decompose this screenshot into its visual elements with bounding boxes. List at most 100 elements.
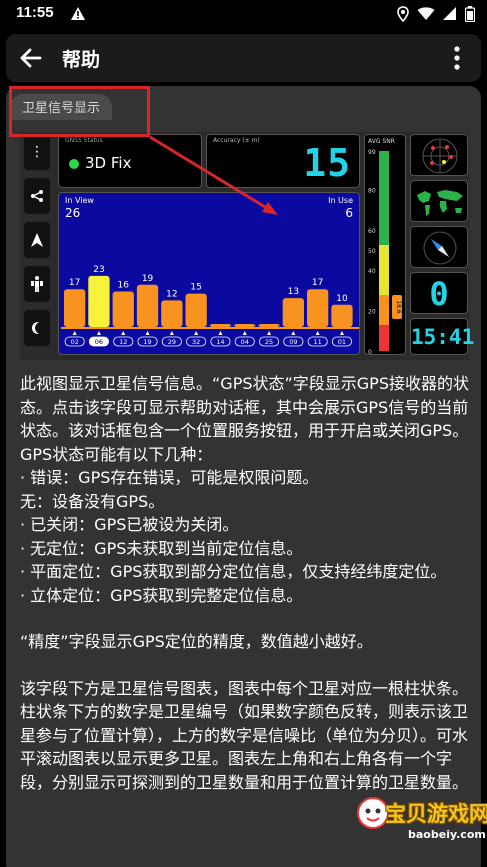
sat-marker <box>315 331 320 335</box>
sat-id-label: 12 <box>119 338 127 346</box>
bar-04 <box>234 324 256 327</box>
bar-02 <box>64 289 86 327</box>
satellite-screenshot: ⋮ GNSS Status 3D Fix Accuracy (± m) 15 I… <box>20 132 475 360</box>
app-bar: 帮助 <box>6 34 481 82</box>
bar-chart-svg: 17 02 23 06 16 12 19 19 12 29 15 32 14 04 25 13 09 17 11 10… <box>61 265 359 347</box>
gps-status-label: GNSS Status <box>65 137 103 144</box>
snr-scale-segment <box>379 245 389 295</box>
bar-09 <box>282 298 304 327</box>
bar-25 <box>258 324 280 327</box>
accuracy-value: 15 <box>303 141 351 185</box>
snr-tick-label: 99 <box>368 149 376 156</box>
avg-snr-gauge: AVG SNR 99 80 60 50 40 20 0 18.6 <box>364 134 406 356</box>
watermark-url: baobeiy.com <box>408 828 486 841</box>
status-item-3d: · 立体定位：GPS获取到完整定位信息。 <box>20 585 303 605</box>
share-icon <box>24 178 50 214</box>
status-item-error: · 错误：GPS存在错误，可能是权限问题。 <box>20 468 319 487</box>
sat-marker <box>291 331 296 335</box>
snr-gauge-svg: 99 80 60 50 40 20 0 18.6 <box>368 149 402 356</box>
sat-id-label: 32 <box>192 338 200 346</box>
bar-value-label: 17 <box>312 278 323 288</box>
help-panel: 卫星信号显示 ⋮ GNSS Status 3D Fix Accuracy (± … <box>6 86 481 867</box>
walk-icon <box>24 266 50 302</box>
signal-icon <box>443 7 456 20</box>
bar-value-label: 13 <box>288 287 299 297</box>
status-item-2d: · 平面定位：GPS获取到部分定位信息，仅支持经纬度定位。 <box>20 562 447 581</box>
bar-value-label: 17 <box>69 278 80 288</box>
sat-id-label: 14 <box>216 338 224 346</box>
watermark: 宝贝游戏网 baobeiy.com <box>350 770 487 867</box>
bar-01 <box>331 304 353 327</box>
sat-marker <box>218 331 223 335</box>
sat-marker <box>339 331 344 335</box>
compass-icon <box>410 226 468 268</box>
night-mode-icon <box>24 310 50 346</box>
sat-id-label: 04 <box>241 338 249 346</box>
more-vert-icon[interactable] <box>445 44 469 72</box>
snr-avg-value: 18.6 <box>395 300 402 314</box>
bar-32 <box>185 293 207 327</box>
sat-marker <box>145 331 150 335</box>
bar-14 <box>209 324 232 327</box>
bar-11 <box>307 289 329 327</box>
sat-id-label: 25 <box>265 338 273 346</box>
bar-06 <box>88 275 110 327</box>
accuracy-label: Accuracy (± m) <box>213 137 260 144</box>
sat-marker <box>96 331 101 335</box>
sat-marker <box>267 331 272 335</box>
page-title: 帮助 <box>62 49 101 71</box>
battery-icon <box>465 6 475 22</box>
snr-scale-segment <box>379 325 389 351</box>
status-item-off: · 已关闭：GPS已被设为关闭。 <box>20 515 239 534</box>
sat-id-label: 29 <box>168 338 176 346</box>
back-arrow-icon[interactable] <box>18 45 44 71</box>
sat-marker <box>121 331 126 335</box>
more-icon: ⋮ <box>24 134 50 170</box>
clock-field: 15:41 <box>410 318 475 355</box>
location-icon <box>397 6 409 22</box>
sat-marker <box>194 331 199 335</box>
snr-tick-label: 0 <box>368 349 372 356</box>
status-item-none: 无：设备没有GPS。 <box>20 491 165 511</box>
speed-field: 0 <box>410 272 468 314</box>
bar-value-label: 12 <box>166 289 177 299</box>
side-toolbar: ⋮ <box>24 134 50 354</box>
wifi-icon <box>417 7 435 20</box>
sat-marker <box>72 331 77 335</box>
bar-12 <box>112 291 134 327</box>
paragraph-intro: 此视图显示卫星信号信息。“GPS状态”字段显示GPS接收器的状态。点击该字段可显… <box>20 374 469 464</box>
bar-29 <box>161 300 183 327</box>
snr-tick-label: 20 <box>368 309 376 316</box>
bar-value-label: 10 <box>336 294 348 304</box>
clock-value: 15:41 <box>411 325 475 349</box>
sat-id-label: 09 <box>289 338 297 346</box>
status-bar: 11:55 <box>0 0 487 30</box>
bar-value-label: 19 <box>142 274 154 284</box>
speed-value: 0 <box>429 275 449 313</box>
sat-id-label: 19 <box>143 338 151 346</box>
sat-marker <box>169 331 174 335</box>
warning-icon <box>71 7 85 20</box>
highlight-box <box>9 86 150 137</box>
accuracy-field: Accuracy (± m) 15 <box>206 134 360 188</box>
sat-marker <box>242 331 247 335</box>
snr-tick-label: 80 <box>368 187 376 194</box>
gps-status-value: 3D Fix <box>85 154 132 172</box>
snr-scale-segment <box>379 151 389 245</box>
snr-tick-label: 40 <box>368 268 376 275</box>
watermark-title: 宝贝游戏网 <box>385 802 487 826</box>
gps-status-field: GNSS Status 3D Fix <box>58 134 202 188</box>
sat-id-label: 02 <box>71 338 79 346</box>
sat-id-label: 01 <box>338 338 346 346</box>
snr-scale-segment <box>379 295 389 325</box>
sky-radar-icon <box>410 134 468 176</box>
fix-indicator-icon <box>69 159 79 169</box>
bar-value-label: 15 <box>190 283 201 293</box>
world-map-icon <box>410 180 468 222</box>
status-item-nofix: · 无定位：GPS未获取到当前定位信息。 <box>20 538 303 558</box>
snr-tick-label: 50 <box>368 248 376 255</box>
navigation-icon <box>24 222 50 258</box>
bar-value-label: 16 <box>118 280 130 290</box>
help-text: 此视图显示卫星信号信息。“GPS状态”字段显示GPS接收器的状态。点击该字段可显… <box>20 372 470 794</box>
sat-id-label: 11 <box>314 338 322 346</box>
